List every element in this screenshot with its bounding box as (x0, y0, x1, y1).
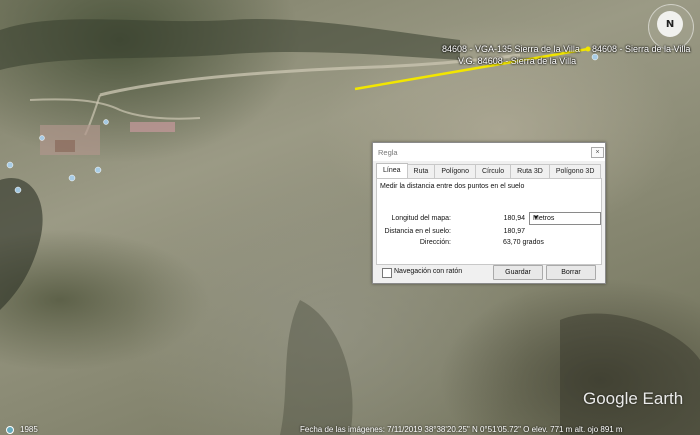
map-length-label: Longitud del mapa: (391, 215, 451, 222)
heading-value: 63,70 grados (503, 239, 544, 246)
placemark-label[interactable]: V.G. 84608 - Sierra de la Villa (458, 56, 576, 66)
heading-label: Dirección: (419, 239, 451, 246)
panel-description: Medir la distancia entre dos puntos en e… (380, 183, 525, 190)
google-earth-logo: Google Earth (583, 389, 684, 408)
mouse-navigation-label[interactable]: Navegación con ratón (394, 268, 462, 275)
tab-path-3d[interactable]: Ruta 3D (510, 164, 550, 179)
dialog-title: Regla (378, 148, 398, 157)
tab-polygon-3d[interactable]: Polígono 3D (548, 164, 602, 179)
status-text: Fecha de las imágenes: 7/11/2019 38°38'2… (300, 425, 623, 434)
line-panel: Medir la distancia entre dos puntos en e… (376, 178, 602, 265)
tab-bar: Línea Ruta Polígono Círculo Ruta 3D Polí… (376, 163, 602, 179)
imagery-year: 1985 (20, 425, 38, 434)
tab-circle[interactable]: Círculo (474, 164, 512, 179)
tab-polygon[interactable]: Polígono (434, 164, 476, 179)
clear-button[interactable]: Borrar (546, 265, 596, 280)
chevron-down-icon: ▼ (533, 215, 539, 221)
dialog-titlebar[interactable]: Regla × (373, 143, 605, 161)
ground-length-label: Distancia en el suelo: (384, 228, 451, 235)
compass-north-icon[interactable]: N (657, 11, 683, 37)
map-length-value: 180,94 (503, 215, 525, 222)
buildings (40, 122, 175, 155)
ground-length-value: 180,97 (503, 228, 525, 235)
placemark-label[interactable]: 84608 - VGA-135 Sierra de la Villa (442, 44, 580, 54)
ruler-dialog: Regla × Línea Ruta Polígono Círculo Ruta… (372, 142, 606, 284)
tab-path[interactable]: Ruta (406, 164, 436, 179)
unit-select[interactable]: Metros ▼ (529, 212, 601, 225)
measure-endpoint[interactable] (585, 46, 591, 52)
save-button[interactable]: Guardar (493, 265, 543, 280)
status-bar: 1985 Fecha de las imágenes: 7/11/2019 38… (0, 425, 700, 435)
close-button[interactable]: × (591, 147, 604, 158)
globe-icon (6, 426, 14, 434)
tab-line[interactable]: Línea (376, 163, 408, 179)
placemark-label[interactable]: 84608 - Sierra de la Villa (592, 44, 690, 54)
mouse-navigation-checkbox[interactable] (382, 268, 392, 278)
